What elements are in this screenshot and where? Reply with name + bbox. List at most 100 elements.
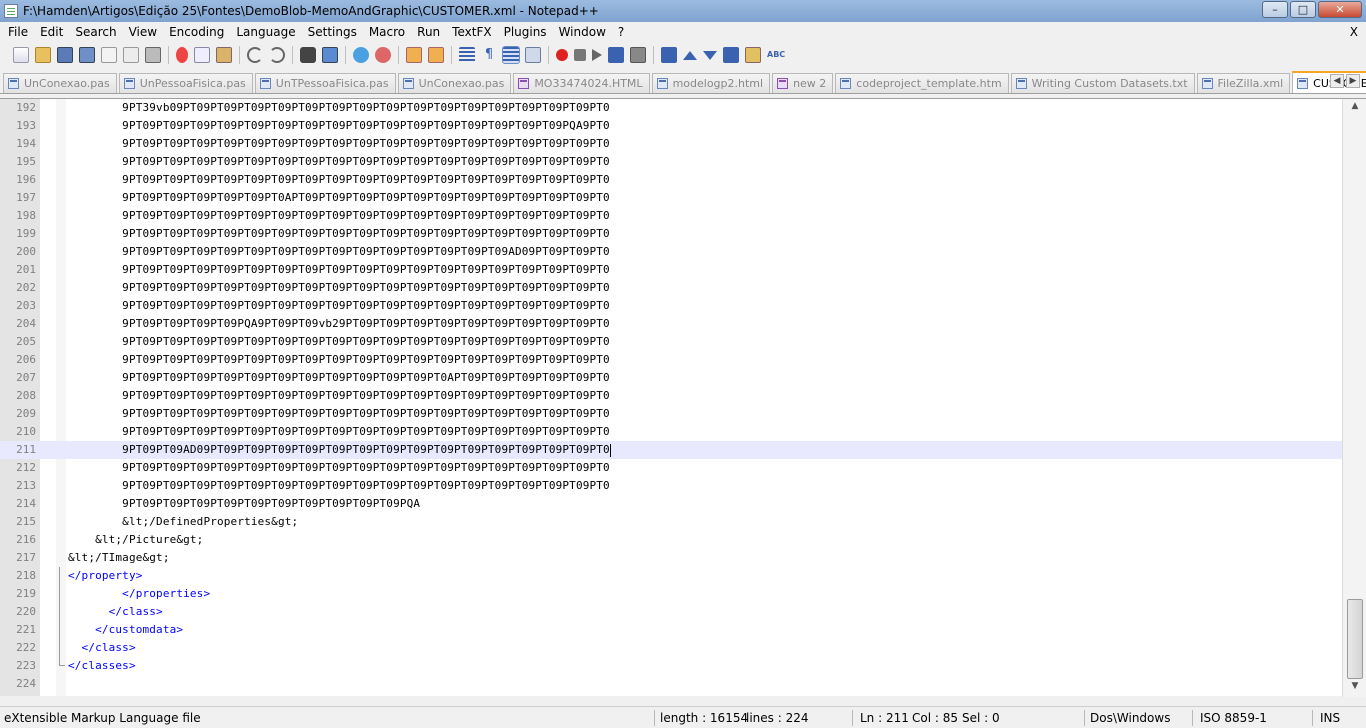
code-line[interactable]: 210 9PT09PT09PT09PT09PT09PT09PT09PT09PT0… [0, 423, 1342, 441]
close-file-icon[interactable] [101, 47, 117, 63]
code-line[interactable]: 207 9PT09PT09PT09PT09PT09PT09PT09PT09PT0… [0, 369, 1342, 387]
copy-icon[interactable] [194, 47, 210, 63]
code-line[interactable]: 224 [0, 675, 1342, 693]
document-map-icon[interactable] [525, 47, 541, 63]
menu-view[interactable]: View [123, 22, 163, 42]
print-icon[interactable] [145, 47, 161, 63]
menu-encoding[interactable]: Encoding [163, 22, 230, 42]
tab-filezilla[interactable]: FileZilla.xml [1196, 73, 1291, 93]
code-line[interactable]: 211 9PT09PT09AD09PT09PT09PT09PT09PT09PT0… [0, 441, 1342, 459]
menu-search[interactable]: Search [69, 22, 122, 42]
code-line[interactable]: 197 9PT09PT09PT09PT09PT09PT0APT09PT09PT0… [0, 189, 1342, 207]
tab-mo33474024[interactable]: MO33474024.HTML [513, 73, 650, 93]
close-document-button[interactable]: X [1350, 22, 1358, 42]
code-line[interactable]: 222 </class> [0, 639, 1342, 657]
save-macro-icon[interactable] [630, 47, 646, 63]
scrollbar-thumb[interactable] [1347, 599, 1363, 679]
vertical-scrollbar[interactable]: ▲ ▼ [1342, 99, 1366, 697]
minimize-button[interactable]: – [1262, 1, 1288, 18]
sync-vertical-icon[interactable] [406, 47, 422, 63]
menu-file[interactable]: File [2, 22, 34, 42]
move-down-icon[interactable] [703, 50, 717, 60]
code-line[interactable]: 217 &lt;/TImage&gt; [0, 549, 1342, 567]
code-line[interactable]: 216 &lt;/Picture&gt; [0, 531, 1342, 549]
code-line[interactable]: 221 </customdata> [0, 621, 1342, 639]
code-line[interactable]: 204 9PT09PT09PT09PT09PQA9PT09PT09vb29PT0… [0, 315, 1342, 333]
code-line[interactable]: 218 </property> [0, 567, 1342, 585]
tab-scroll-left-icon[interactable]: ◀ [1330, 74, 1344, 88]
play-macro-icon[interactable] [592, 49, 602, 61]
code-line[interactable]: 194 9PT09PT09PT09PT09PT09PT09PT09PT09PT0… [0, 135, 1342, 153]
code-line[interactable]: 212 9PT09PT09PT09PT09PT09PT09PT09PT09PT0… [0, 459, 1342, 477]
code-line[interactable]: 219 </properties> [0, 585, 1342, 603]
tab-untpessoafisica[interactable]: UnTPessoaFisica.pas [254, 73, 396, 93]
save-all-icon[interactable] [79, 47, 95, 63]
code-line[interactable]: 203 9PT09PT09PT09PT09PT09PT09PT09PT09PT0… [0, 297, 1342, 315]
new-file-icon[interactable] [13, 47, 29, 63]
record-macro-icon[interactable] [556, 49, 568, 61]
tab-codeproject-template[interactable]: codeproject_template.htm [835, 73, 1009, 93]
code-line[interactable]: 195 9PT09PT09PT09PT09PT09PT09PT09PT09PT0… [0, 153, 1342, 171]
code-line[interactable]: 192 9PT39vb09PT09PT09PT09PT09PT09PT09PT0… [0, 99, 1342, 117]
undo-icon[interactable] [247, 47, 263, 63]
code-line[interactable]: 198 9PT09PT09PT09PT09PT09PT09PT09PT09PT0… [0, 207, 1342, 225]
sort-icon[interactable] [723, 47, 739, 63]
close-all-icon[interactable] [123, 47, 139, 63]
menu-macro[interactable]: Macro [363, 22, 411, 42]
find-icon[interactable] [300, 47, 316, 63]
code-line[interactable]: 202 9PT09PT09PT09PT09PT09PT09PT09PT09PT0… [0, 279, 1342, 297]
menu-settings[interactable]: Settings [302, 22, 363, 42]
close-button[interactable]: ✕ [1318, 1, 1362, 18]
code-line[interactable]: 193 9PT09PT09PT09PT09PT09PT09PT09PT09PT0… [0, 117, 1342, 135]
tab-scroll-right-icon[interactable]: ▶ [1346, 74, 1360, 88]
indent-guide-icon[interactable] [502, 46, 520, 64]
code-line[interactable]: 213 9PT09PT09PT09PT09PT09PT09PT09PT09PT0… [0, 477, 1342, 495]
redo-icon[interactable] [269, 47, 285, 63]
tab-unconexao[interactable]: UnConexao.pas [3, 73, 117, 93]
launch-browser-icon[interactable] [745, 47, 761, 63]
show-all-characters-icon[interactable]: ¶ [481, 47, 497, 63]
code-line[interactable]: 201 9PT09PT09PT09PT09PT09PT09PT09PT09PT0… [0, 261, 1342, 279]
cut-icon[interactable] [176, 47, 188, 63]
code-line[interactable]: 205 9PT09PT09PT09PT09PT09PT09PT09PT09PT0… [0, 333, 1342, 351]
zoom-in-icon[interactable] [353, 47, 369, 63]
spell-check-icon[interactable]: ABC [767, 47, 785, 63]
replace-icon[interactable] [322, 47, 338, 63]
menu-language[interactable]: Language [230, 22, 301, 42]
code-line[interactable]: 214 9PT09PT09PT09PT09PT09PT09PT09PT09PT0… [0, 495, 1342, 513]
code-line[interactable]: 199 9PT09PT09PT09PT09PT09PT09PT09PT09PT0… [0, 225, 1342, 243]
tidy-icon[interactable] [661, 47, 677, 63]
tab-modelogp2[interactable]: modelogp2.html [651, 73, 771, 93]
tab-new-2[interactable]: new 2 [772, 73, 834, 93]
code-line[interactable]: 196 9PT09PT09PT09PT09PT09PT09PT09PT09PT0… [0, 171, 1342, 189]
menu-textfx[interactable]: TextFX [446, 22, 497, 42]
menu-edit[interactable]: Edit [34, 22, 69, 42]
code-line[interactable]: 220 </class> [0, 603, 1342, 621]
tab-writing-custom-datasets[interactable]: Writing Custom Datasets.txt [1010, 73, 1195, 93]
tab-unpessoafisica[interactable]: UnPessoaFisica.pas [118, 73, 253, 93]
code-line[interactable]: 206 9PT09PT09PT09PT09PT09PT09PT09PT09PT0… [0, 351, 1342, 369]
code-line[interactable]: 209 9PT09PT09PT09PT09PT09PT09PT09PT09PT0… [0, 405, 1342, 423]
open-folder-icon[interactable] [35, 47, 51, 63]
sync-horizontal-icon[interactable] [428, 47, 444, 63]
stop-recording-icon[interactable] [574, 49, 586, 61]
zoom-out-icon[interactable] [375, 47, 391, 63]
move-up-icon[interactable] [683, 50, 697, 60]
code-line[interactable]: 223 </classes> [0, 657, 1342, 675]
run-macro-multiple-icon[interactable] [608, 47, 624, 63]
save-icon[interactable] [57, 47, 73, 63]
tab-unconexao-2[interactable]: UnConexao.pas [397, 73, 512, 93]
text-editor[interactable]: 192 9PT39vb09PT09PT09PT09PT09PT09PT09PT0… [0, 98, 1366, 697]
word-wrap-icon[interactable] [459, 47, 475, 63]
menu-help[interactable]: ? [612, 22, 630, 42]
menu-run[interactable]: Run [411, 22, 446, 42]
code-line[interactable]: 208 9PT09PT09PT09PT09PT09PT09PT09PT09PT0… [0, 387, 1342, 405]
scroll-up-icon[interactable]: ▲ [1347, 101, 1363, 115]
paste-icon[interactable] [216, 47, 232, 63]
maximize-button[interactable]: □ [1290, 1, 1316, 18]
code-line[interactable]: 200 9PT09PT09PT09PT09PT09PT09PT09PT09PT0… [0, 243, 1342, 261]
menu-plugins[interactable]: Plugins [498, 22, 553, 42]
scroll-down-icon[interactable]: ▼ [1347, 681, 1363, 695]
menu-window[interactable]: Window [553, 22, 612, 42]
code-line[interactable]: 215 &lt;/DefinedProperties&gt; [0, 513, 1342, 531]
